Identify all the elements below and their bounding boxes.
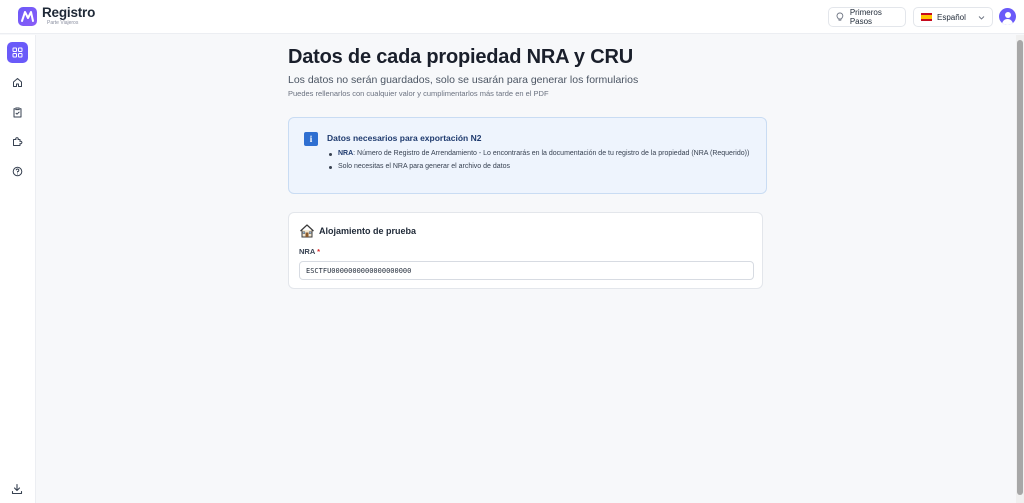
brand-subtitle: Parte Viajeros xyxy=(47,20,79,26)
nra-input[interactable] xyxy=(299,261,754,280)
scrollbar-thumb[interactable] xyxy=(1017,40,1023,495)
nra-only-note: Solo necesitas el NRA para generar el ar… xyxy=(338,163,510,170)
spain-flag-icon xyxy=(921,13,932,21)
user-avatar[interactable] xyxy=(999,8,1016,25)
nra-description: : Número de Registro de Arrendamiento - … xyxy=(353,150,750,157)
nra-field-label: NRA * xyxy=(299,247,320,256)
info-list: NRA: Número de Registro de Arrendamiento… xyxy=(327,149,757,175)
property-name: Alojamiento de prueba xyxy=(319,226,417,236)
help-circle-icon xyxy=(12,166,23,177)
sidebar-item-dashboard[interactable] xyxy=(7,42,28,63)
page-scrollbar[interactable] xyxy=(1016,35,1024,503)
clipboard-check-icon xyxy=(13,107,22,118)
info-box: i Datos necesarios para exportación N2 N… xyxy=(288,117,767,194)
page-title: Datos de cada propiedad NRA y CRU xyxy=(288,46,633,68)
language-label: Español xyxy=(937,12,966,22)
sidebar xyxy=(0,35,36,503)
sidebar-item-help[interactable] xyxy=(7,161,28,182)
app-logo-icon[interactable] xyxy=(18,7,37,26)
puzzle-icon xyxy=(13,137,23,146)
sidebar-item-integrations[interactable] xyxy=(7,131,28,152)
page-subtitle: Los datos no serán guardados, solo se us… xyxy=(288,74,639,86)
property-card: Alojamiento de prueba NRA * xyxy=(288,212,763,289)
page-note: Puedes rellenarlos con cualquier valor y… xyxy=(288,89,549,98)
sidebar-item-records[interactable] xyxy=(7,102,28,123)
language-select[interactable]: Español xyxy=(913,7,993,27)
grid-icon xyxy=(12,47,23,58)
first-steps-button[interactable]: Primeros Pasos xyxy=(828,7,906,27)
required-asterisk: * xyxy=(317,247,320,256)
nra-term: NRA xyxy=(338,150,354,157)
list-item: NRA: Número de Registro de Arrendamiento… xyxy=(327,149,757,159)
first-steps-label: Primeros Pasos xyxy=(849,8,882,26)
brand-title[interactable]: Registro xyxy=(42,5,95,20)
top-bar: Registro Parte Viajeros Primeros Pasos E… xyxy=(0,0,1024,34)
lightbulb-icon xyxy=(836,12,844,21)
nra-label-text: NRA xyxy=(299,247,315,256)
download-icon[interactable] xyxy=(11,483,23,495)
info-icon: i xyxy=(304,132,318,146)
chevron-down-icon xyxy=(978,16,985,20)
house-icon xyxy=(300,224,314,238)
sidebar-item-home[interactable] xyxy=(7,72,28,93)
list-item: Solo necesitas el NRA para generar el ar… xyxy=(327,162,757,172)
home-icon xyxy=(13,78,22,87)
info-box-title: Datos necesarios para exportación N2 xyxy=(327,133,482,143)
